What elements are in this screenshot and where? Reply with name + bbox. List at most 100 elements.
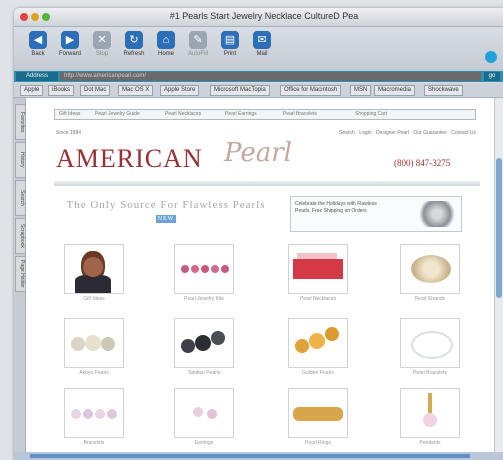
product-tile[interactable]: Pearl Necklaces	[288, 244, 348, 308]
forward-arrow-icon: ▶	[61, 31, 79, 49]
product-image	[64, 388, 124, 438]
site-logo-script[interactable]: Pearl	[224, 138, 292, 168]
site-nav-item[interactable]: Pearl Bracelets	[283, 111, 317, 117]
product-tile[interactable]: Pearl Bracelets	[400, 318, 460, 382]
product-caption: Bracelets	[83, 440, 105, 446]
title-bar[interactable]: #1 Pearls Start Jewelry Necklace Culture…	[14, 8, 503, 27]
site-top-links: Since 1984 Search · Login · Designer Pea…	[56, 130, 476, 138]
sidebar-tab-search[interactable]: Search	[15, 180, 26, 216]
product-caption: Pearl Rings	[305, 440, 331, 446]
back-arrow-icon: ◀	[29, 31, 47, 49]
zoom-window-button[interactable]	[42, 13, 50, 21]
bookmark-item[interactable]: Office for Macintosh	[280, 85, 342, 96]
header-divider	[54, 181, 480, 186]
product-tile[interactable]: Tahitian Pearls	[174, 318, 234, 382]
utility-links[interactable]: Search · Login · Designer Pearl · Our Gu…	[339, 130, 476, 136]
sidebar-tab-history[interactable]: History	[15, 142, 26, 178]
address-input[interactable]: http://www.americanpearl.com/	[60, 72, 481, 81]
product-image	[64, 244, 124, 294]
tagline: The Only Source For Flawless Pearls NEW	[66, 198, 266, 226]
site-nav-item[interactable]: Pearl Necklaces	[165, 111, 201, 117]
address-label: Address	[16, 72, 58, 81]
go-button[interactable]: go	[484, 72, 500, 81]
forward-label: Forward	[58, 51, 81, 57]
product-tile[interactable]: Akoya Pearls	[64, 318, 124, 382]
product-caption: Pearl Bracelets	[413, 370, 447, 376]
vertical-scrollbar[interactable]	[494, 98, 503, 452]
bookmark-item[interactable]: Mac OS X	[118, 85, 154, 96]
bookmark-item[interactable]: Shockwave	[424, 85, 463, 96]
explorer-sidebar: Favorites History Search Scrapbook Page …	[14, 98, 26, 452]
holiday-promo-banner[interactable]: Celebrate the Holidays with Flawless Pea…	[290, 196, 462, 232]
refresh-label: Refresh	[123, 51, 145, 57]
product-caption: Earrings	[194, 440, 214, 446]
product-tile[interactable]: Pearl Jewelry Kits	[174, 244, 234, 308]
product-image	[288, 244, 348, 294]
favorites-bar: Apple iBooks Dot Mac Mac OS X Apple Stor…	[14, 83, 503, 98]
back-label: Back	[31, 51, 45, 57]
sidebar-tab-favorites[interactable]: Favorites	[15, 104, 26, 140]
refresh-icon: ↻	[125, 31, 143, 49]
product-image	[400, 318, 460, 368]
close-window-button[interactable]	[20, 13, 28, 21]
home-button[interactable]: ⌂ Home	[152, 31, 180, 57]
bookmark-item[interactable]: Apple	[20, 85, 44, 96]
product-tile[interactable]: Pearl Strands	[400, 244, 460, 308]
refresh-button[interactable]: ↻ Refresh	[120, 31, 148, 57]
autofill-icon: ✎	[189, 31, 207, 49]
product-tile[interactable]: Earrings	[174, 388, 234, 452]
bookmark-item[interactable]: Macromedia	[374, 85, 416, 96]
product-image	[288, 318, 348, 368]
site-logo[interactable]: AMERICAN	[56, 144, 203, 174]
site-navigation: Gift Ideas Pearl Jewelry Guide Pearl Nec…	[54, 109, 476, 120]
product-tile[interactable]: Pendants	[400, 388, 460, 452]
tagline-text: The Only Source For Flawless Pearls	[66, 199, 266, 211]
scrollbar-thumb[interactable]	[496, 158, 502, 298]
mail-icon: ✉	[253, 31, 271, 49]
print-button[interactable]: ▤ Print	[216, 31, 244, 57]
status-bar	[14, 452, 503, 460]
product-caption: Pearl Necklaces	[299, 296, 337, 302]
bookmark-item[interactable]: MSN	[350, 85, 372, 96]
forward-button[interactable]: ▶ Forward	[56, 31, 84, 57]
product-caption: Pearl Strands	[414, 296, 446, 302]
promo-pearl-image	[419, 201, 455, 227]
product-image	[174, 388, 234, 438]
web-content: Gift Ideas Pearl Jewelry Guide Pearl Nec…	[26, 98, 495, 452]
product-tile[interactable]: Bracelets	[64, 388, 124, 452]
window-title: #1 Pearls Start Jewelry Necklace Culture…	[169, 11, 359, 21]
address-bar: Address http://www.americanpearl.com/ go	[14, 71, 503, 82]
bookmark-item[interactable]: Apple Store	[160, 85, 200, 96]
autofill-button[interactable]: ✎ AutoFill	[184, 31, 212, 57]
mail-button[interactable]: ✉ Mail	[248, 31, 276, 57]
site-nav-item[interactable]: Pearl Jewelry Guide	[95, 111, 140, 117]
sidebar-tab-scrapbook[interactable]: Scrapbook	[15, 218, 26, 254]
product-image	[64, 318, 124, 368]
autofill-label: AutoFill	[187, 51, 208, 57]
back-button[interactable]: ◀ Back	[24, 31, 52, 57]
product-caption: Pendants	[419, 440, 441, 446]
browser-window: #1 Pearls Start Jewelry Necklace Culture…	[14, 8, 503, 460]
product-image	[174, 318, 234, 368]
product-tile[interactable]: Golden Pearls	[288, 318, 348, 382]
product-image	[174, 244, 234, 294]
sidebar-tab-page-holder[interactable]: Page Holder	[15, 256, 26, 292]
product-tile[interactable]: Gift Ideas	[64, 244, 124, 308]
bookmark-item[interactable]: iBooks	[48, 85, 75, 96]
new-badge: NEW	[155, 215, 177, 224]
site-nav-item[interactable]: Shopping Cart	[355, 111, 387, 117]
product-image	[400, 388, 460, 438]
site-nav-item[interactable]: Pearl Earrings	[225, 111, 257, 117]
phone-number: (800) 847-3275	[394, 158, 451, 168]
product-tile[interactable]: Pearl Rings	[288, 388, 348, 452]
site-nav-item[interactable]: Gift Ideas	[59, 111, 80, 117]
stop-button[interactable]: ✕ Stop	[88, 31, 116, 57]
activity-globe-icon	[485, 51, 497, 63]
stop-label: Stop	[95, 51, 109, 57]
product-caption: Gift Ideas	[83, 296, 105, 302]
minimize-window-button[interactable]	[31, 13, 39, 21]
home-icon: ⌂	[157, 31, 175, 49]
bookmark-item[interactable]: Dot Mac	[80, 85, 111, 96]
bookmark-item[interactable]: Microsoft MacTopia	[210, 85, 270, 96]
since-text: Since 1984	[56, 130, 82, 136]
